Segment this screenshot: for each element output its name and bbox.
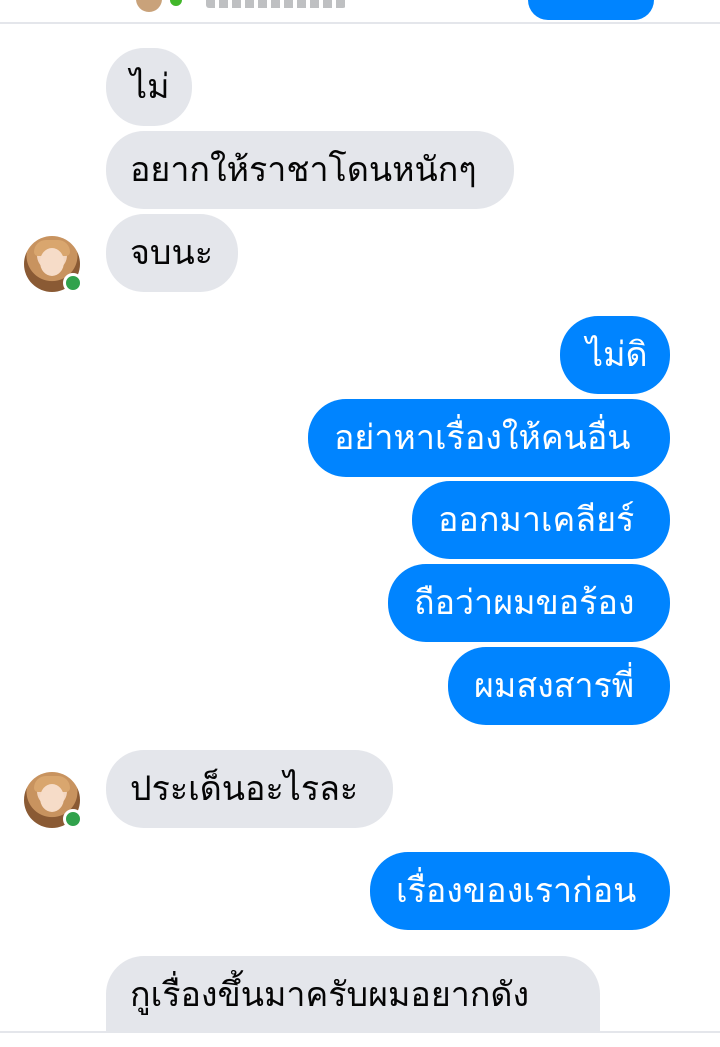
message-bubble-incoming[interactable]: ไม่ (106, 48, 192, 126)
online-status-icon (63, 809, 83, 829)
online-status-icon (63, 273, 83, 293)
message-bubble-outgoing[interactable]: ออกมาเคลียร์ (412, 481, 670, 559)
message-bubble-outgoing[interactable]: อย่าหาเรื่องให้คนอื่น (308, 399, 670, 477)
message-bubble-outgoing[interactable]: ไม่ดิ (560, 316, 670, 394)
message-bubble-incoming[interactable]: จบนะ (106, 214, 238, 292)
message-bubble-outgoing[interactable]: ถือว่าผมขอร้อง (388, 564, 670, 642)
avatar-face (40, 784, 64, 812)
message-bubble-outgoing[interactable]: ผมสงสารพี่ (448, 647, 670, 725)
message-bubble-incoming[interactable]: ประเด็นอะไรละ (106, 750, 393, 828)
message-thread: ไม่ อยากให้ราชาโดนหนักๆ จบนะ ไม่ดิ อย่าห… (0, 0, 720, 1045)
avatar-face (40, 248, 64, 276)
message-bubble-incoming[interactable]: กูเรื่องขึ้นมาครับผมอยากดัง (106, 956, 600, 1034)
message-bubble-incoming[interactable]: อยากให้ราชาโดนหนักๆ (106, 131, 514, 209)
message-bubble-outgoing[interactable]: เรื่องของเราก่อน (370, 852, 670, 930)
